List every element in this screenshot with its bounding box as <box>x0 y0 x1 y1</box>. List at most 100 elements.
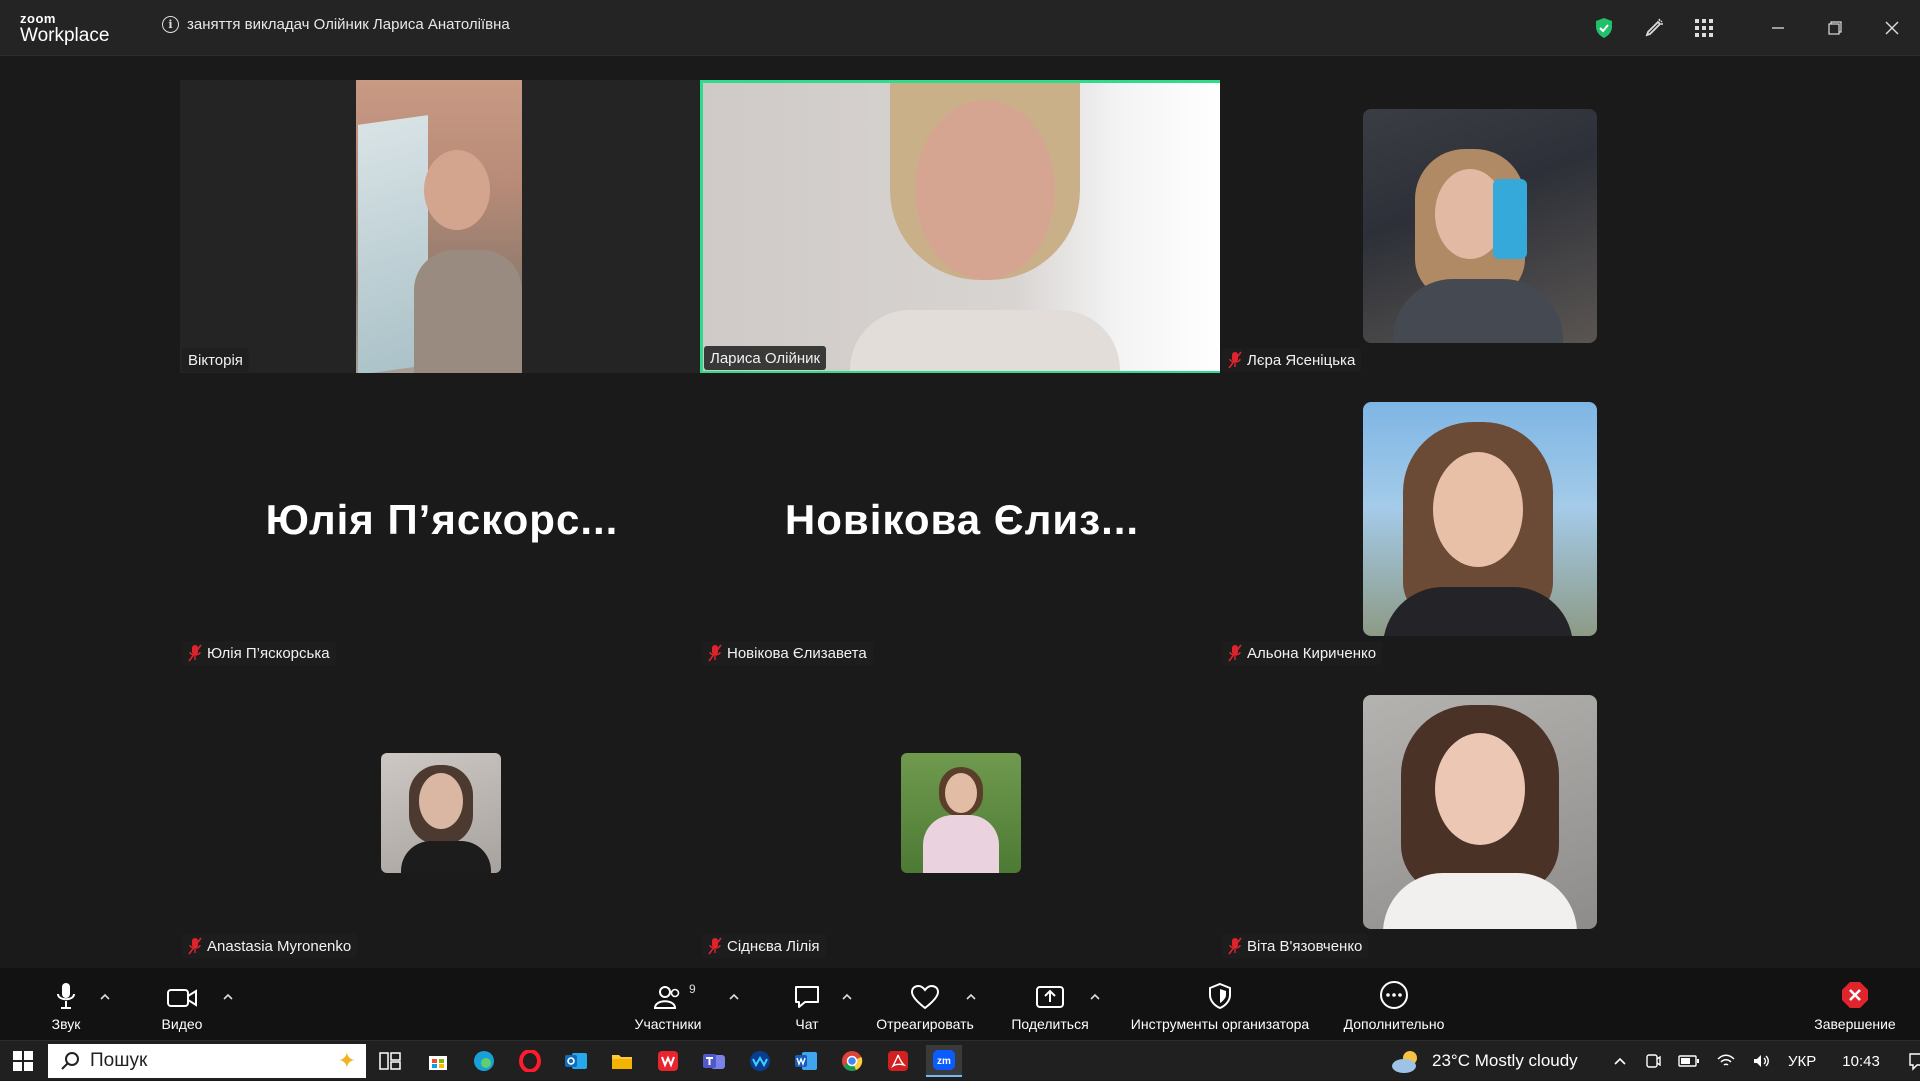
participant-avatar <box>1363 402 1597 636</box>
name-tag: Вікторія <box>182 348 249 372</box>
clock-time[interactable]: 10:43 <box>1842 1053 1880 1070</box>
mic-muted-icon <box>188 937 202 955</box>
acrobat-reader-icon[interactable] <box>880 1045 916 1077</box>
logo-workplace-text: Workplace <box>20 25 110 46</box>
meeting-info[interactable]: i заняття викладач Олійник Лариса Анатол… <box>162 16 510 33</box>
svg-text:zm: zm <box>937 1056 951 1067</box>
meeting-title: заняття викладач Олійник Лариса Анатолії… <box>187 16 510 33</box>
react-button[interactable]: Отреагировать <box>870 968 980 1040</box>
video-label: Видео <box>161 1016 203 1032</box>
end-meeting-icon <box>1842 982 1868 1008</box>
mic-muted-icon <box>188 644 202 662</box>
end-meeting-button[interactable]: Завершение <box>1810 968 1900 1040</box>
video-tile-yulia[interactable]: Юлія П’яскорс... Юлія П’яскорська <box>180 373 704 667</box>
restore-icon[interactable] <box>1806 0 1863 56</box>
file-explorer-icon[interactable] <box>604 1045 640 1077</box>
share-screen-icon <box>1036 986 1064 1008</box>
minimize-icon[interactable] <box>1749 0 1806 56</box>
react-options-chevron-up-icon[interactable] <box>964 990 978 1004</box>
wps-office-icon[interactable] <box>650 1045 686 1077</box>
windows-start-icon[interactable] <box>4 1045 42 1077</box>
apps-grid-icon[interactable] <box>1679 0 1729 56</box>
participant-avatar <box>901 753 1021 873</box>
participants-label: Участники <box>634 1016 702 1032</box>
video-button[interactable]: Видео <box>155 968 209 1040</box>
participant-video <box>700 80 1224 374</box>
weather-text: 23°C Mostly cloudy <box>1432 1051 1578 1070</box>
annotate-pen-icon[interactable] <box>1629 0 1679 56</box>
participant-display-name: Юлія П’яскорс... <box>265 496 619 543</box>
zoom-app-icon[interactable]: zm <box>926 1045 962 1077</box>
info-icon[interactable]: i <box>162 16 179 33</box>
volume-icon[interactable] <box>1752 1053 1772 1069</box>
opera-browser-icon[interactable] <box>512 1045 548 1077</box>
person-body <box>401 841 491 873</box>
person-body <box>1393 279 1563 343</box>
audio-label: Звук <box>51 1016 81 1032</box>
microphone-icon <box>57 983 75 1009</box>
show-hidden-icons-chevron-up-icon[interactable] <box>1612 1053 1628 1069</box>
more-button[interactable]: Дополнительно <box>1336 968 1452 1040</box>
battery-icon[interactable] <box>1678 1054 1700 1068</box>
video-tile-novikova[interactable]: Новікова Єлиз... Новікова Єлизавета <box>700 373 1224 667</box>
teams-icon[interactable] <box>696 1045 732 1077</box>
video-tile-sidneva[interactable]: Сіднєва Лілія <box>700 666 1224 960</box>
video-tile-lera[interactable]: Лєра Ясеніцька <box>1220 80 1744 374</box>
video-tile-larysa[interactable]: Лариса Олійник <box>700 80 1224 374</box>
participant-name: Anastasia Myronenko <box>207 937 352 955</box>
word-icon[interactable] <box>788 1045 824 1077</box>
participant-name: Вікторія <box>188 351 243 369</box>
close-icon[interactable] <box>1863 0 1920 56</box>
video-tile-vita[interactable]: Віта В'язовченко <box>1220 666 1744 960</box>
participant-avatar <box>1363 109 1597 343</box>
video-tile-alona[interactable]: Альона Кириченко <box>1220 373 1744 667</box>
zoom-window: zoom Workplace i заняття викладач Олійни… <box>0 0 1920 1040</box>
phone <box>1493 179 1527 259</box>
meet-now-icon[interactable] <box>1644 1052 1662 1070</box>
system-tray: УКР 10:43 <box>1612 1041 1920 1081</box>
share-button[interactable]: Поделиться <box>1008 968 1092 1040</box>
video-camera-icon <box>167 989 197 1007</box>
participants-button[interactable]: Участники <box>628 968 708 1040</box>
search-highlight-sparkle-icon: ✦ <box>337 1048 356 1073</box>
name-tag: Юлія П’яскорська <box>182 641 336 665</box>
audio-button[interactable]: Звук <box>44 968 88 1040</box>
chrome-icon[interactable] <box>834 1045 870 1077</box>
wifi-icon[interactable] <box>1716 1053 1736 1069</box>
participant-avatar <box>1363 695 1597 929</box>
video-options-chevron-up-icon[interactable] <box>221 990 235 1004</box>
video-tile-viktoria[interactable]: Вікторія <box>180 80 704 375</box>
taskbar-search-input[interactable]: Пошук ✦ <box>48 1044 366 1078</box>
microsoft-store-icon[interactable] <box>420 1045 456 1077</box>
audio-options-chevron-up-icon[interactable] <box>98 990 112 1004</box>
participant-name: Лєра Ясеніцька <box>1247 351 1356 369</box>
outlook-icon[interactable] <box>558 1045 594 1077</box>
participants-count-badge: 9 <box>689 982 696 996</box>
notification-center-icon[interactable] <box>1908 1051 1920 1071</box>
chat-button[interactable]: Чат <box>785 968 829 1040</box>
share-options-chevron-up-icon[interactable] <box>1088 990 1102 1004</box>
chat-options-chevron-up-icon[interactable] <box>840 990 854 1004</box>
zoom-workplace-logo: zoom Workplace <box>20 12 109 45</box>
more-dots-icon <box>1380 981 1408 1009</box>
video-tile-anastasia[interactable]: Anastasia Myronenko <box>180 666 704 960</box>
webex-icon[interactable] <box>742 1045 778 1077</box>
name-tag: Сіднєва Лілія <box>702 934 826 958</box>
host-tools-button[interactable]: Инструменты организатора <box>1120 968 1320 1040</box>
participants-options-chevron-up-icon[interactable] <box>727 990 741 1004</box>
input-language[interactable]: УКР <box>1788 1053 1816 1070</box>
encryption-shield-icon[interactable] <box>1579 0 1629 56</box>
chat-label: Чат <box>795 1016 819 1032</box>
edge-browser-icon[interactable] <box>466 1045 502 1077</box>
participant-name: Сіднєва Лілія <box>727 937 820 955</box>
search-placeholder: Пошук <box>90 1050 148 1071</box>
mic-muted-icon <box>708 937 722 955</box>
heart-icon <box>910 984 940 1010</box>
meeting-toolbar: Звук Видео Участники 9 Чат Отреагировать… <box>0 968 1920 1040</box>
weather-widget[interactable]: 23°C Mostly cloudy <box>1390 1041 1578 1081</box>
windows-taskbar: Пошук ✦ zm 23°C Mostly cloudy УКР 10:43 <box>0 1040 1920 1080</box>
task-view-icon[interactable] <box>372 1045 408 1077</box>
participant-name: Юлія П’яскорська <box>207 644 330 662</box>
person-head <box>1433 452 1523 567</box>
participant-video <box>356 80 522 375</box>
